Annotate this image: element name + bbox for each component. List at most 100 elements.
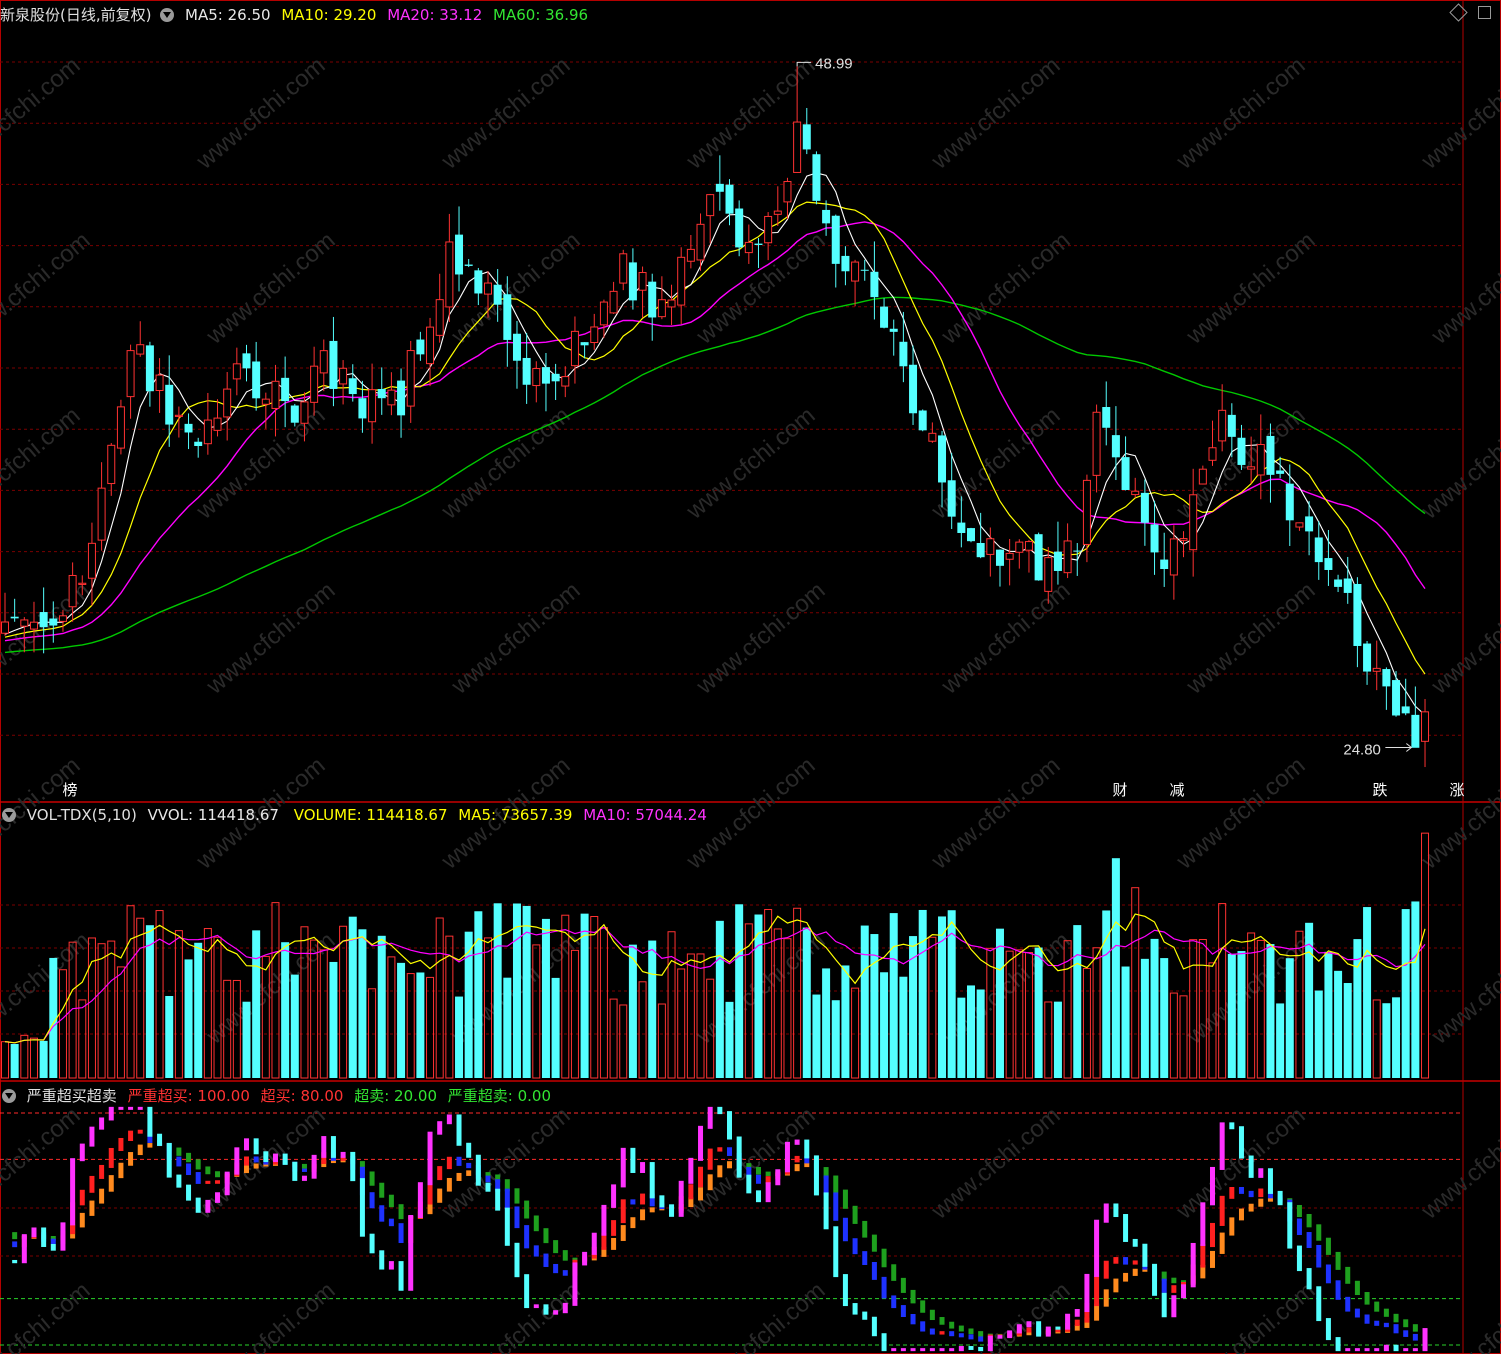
volume-bar-down: [377, 935, 386, 1078]
volume-bar-down: [1343, 983, 1352, 1078]
indicator-k-dash: [1103, 1260, 1109, 1279]
event-marker-fall[interactable]: 跌: [1369, 780, 1391, 800]
candle-body-up: [155, 374, 164, 392]
candle-body-down: [918, 410, 927, 431]
volume-bar-down: [1034, 947, 1043, 1078]
indicator-j-dash: [929, 1348, 935, 1352]
indicator-k-dash: [1132, 1260, 1138, 1265]
indicator-d-dash: [862, 1220, 868, 1238]
indicator-k-dash: [1026, 1327, 1032, 1333]
candle-body-up: [310, 365, 319, 403]
candle-body-down: [1150, 524, 1159, 553]
volume-bar-down: [995, 928, 1004, 1078]
indicator-j-dash: [60, 1222, 66, 1251]
indicator-menu-icon[interactable]: [2, 1089, 16, 1103]
watermark-text: www.cfchi.com: [1416, 1102, 1501, 1225]
indicator-d-dash: [717, 1165, 723, 1178]
watermark-text: www.cfchi.com: [446, 577, 586, 700]
volume-bar-down: [512, 903, 521, 1078]
indicator-j-dash: [1267, 1168, 1273, 1194]
event-marker-label: 涨: [1449, 781, 1465, 799]
event-marker-rise[interactable]: 涨: [1446, 780, 1468, 800]
indicator-d-dash: [1364, 1292, 1370, 1305]
volume-bar-down: [194, 942, 203, 1078]
indicator-k-dash: [524, 1225, 530, 1249]
candle-body-down: [812, 154, 821, 201]
indicator-k-dash: [794, 1155, 800, 1163]
window-icon[interactable]: [1478, 6, 1491, 19]
candle-body-down: [870, 271, 879, 298]
indicator-k-dash: [871, 1261, 877, 1280]
indicator-k-dash: [388, 1218, 394, 1227]
stock-chart-canvas[interactable]: www.cfchi.com www.cfchi.com www.cfchi.com w…: [0, 0, 1501, 1354]
panel-menu-icon[interactable]: [160, 8, 175, 22]
volume-bar-up: [570, 949, 579, 1079]
volume-bar-up: [20, 1034, 29, 1079]
volume-bar-down: [541, 918, 550, 1078]
indicator-d-dash: [978, 1331, 984, 1337]
indicator-d-dash: [1113, 1278, 1119, 1293]
watermark-text: www.cfchi.com: [191, 52, 331, 175]
candle-body-up: [426, 326, 435, 365]
indicator-j-dash: [301, 1175, 307, 1181]
indicator-k-dash: [301, 1168, 307, 1172]
indicator-d-dash: [891, 1264, 897, 1281]
indicator-k-dash: [1412, 1333, 1418, 1341]
indicator-d-dash: [244, 1165, 249, 1174]
candle-body-down: [1111, 435, 1120, 458]
volume-menu-icon[interactable]: [2, 808, 16, 822]
volume-bar-down: [628, 944, 637, 1078]
candle-body-down: [995, 549, 1004, 566]
candle-body-up: [261, 398, 270, 405]
candle-body-down: [1382, 669, 1391, 687]
indicator-k-dash: [533, 1245, 539, 1257]
event-marker-label: 跌: [1372, 781, 1388, 799]
candle-body-up: [638, 272, 647, 291]
indicator-j-dash: [398, 1261, 404, 1291]
indicator-j-dash: [572, 1262, 578, 1306]
indicator-panel-header: 严重超买超卖 严重超买: 100.00 超买: 80.00 超卖: 20.00 …: [0, 1084, 557, 1108]
indicator-j-dash: [562, 1302, 568, 1314]
volume-bar-up: [1044, 1001, 1053, 1079]
indicator-j-dash: [524, 1274, 530, 1309]
indicator-d-dash: [958, 1325, 964, 1332]
candle-body-up: [174, 414, 183, 417]
indicator-j-dash: [939, 1348, 945, 1352]
candle-body-down: [909, 364, 918, 414]
indicator-d-dash: [108, 1175, 114, 1192]
indicator-k-dash: [900, 1305, 906, 1318]
indicator-j-dash: [1248, 1155, 1254, 1178]
candle-body-up: [1131, 490, 1140, 496]
volume-bar-down: [39, 1040, 48, 1078]
indicator-d-dash: [727, 1161, 732, 1169]
candle-body-up: [1092, 411, 1101, 476]
indicator-j-dash: [1393, 1344, 1399, 1352]
volume-bar-down: [358, 929, 367, 1078]
candle-body-up: [783, 181, 792, 203]
event-marker-finance[interactable]: 财: [1109, 780, 1131, 800]
candle-body-up: [706, 194, 715, 217]
indicator-k-dash: [1393, 1324, 1399, 1334]
candle-body-down: [880, 306, 889, 328]
volume-bar-down: [1111, 858, 1120, 1078]
candle-body-up: [387, 389, 396, 406]
volume-bar-up: [1421, 832, 1430, 1079]
candle-body-down: [464, 264, 473, 266]
event-marker-reduce[interactable]: 减: [1166, 780, 1188, 800]
candle-body-down: [1285, 483, 1294, 521]
indicator-k-dash: [1200, 1244, 1206, 1268]
volume-bar-down: [754, 914, 763, 1078]
indicator-j-dash: [601, 1204, 607, 1236]
indicator-j-dash: [1074, 1309, 1080, 1317]
indicator-d-dash: [881, 1248, 887, 1268]
candle-body-down: [1227, 414, 1236, 437]
indicator-j-dash: [1036, 1321, 1042, 1337]
indicator-j-dash: [775, 1169, 781, 1186]
event-marker-rank[interactable]: 榜: [59, 780, 81, 800]
indicator-d-dash: [871, 1234, 877, 1252]
indicator-d-dash: [176, 1147, 182, 1156]
indicator-k-dash: [1296, 1218, 1302, 1236]
candle-body-down: [1411, 714, 1420, 748]
indicator-k-dash: [1374, 1320, 1380, 1326]
volume-bar-down: [580, 913, 589, 1078]
